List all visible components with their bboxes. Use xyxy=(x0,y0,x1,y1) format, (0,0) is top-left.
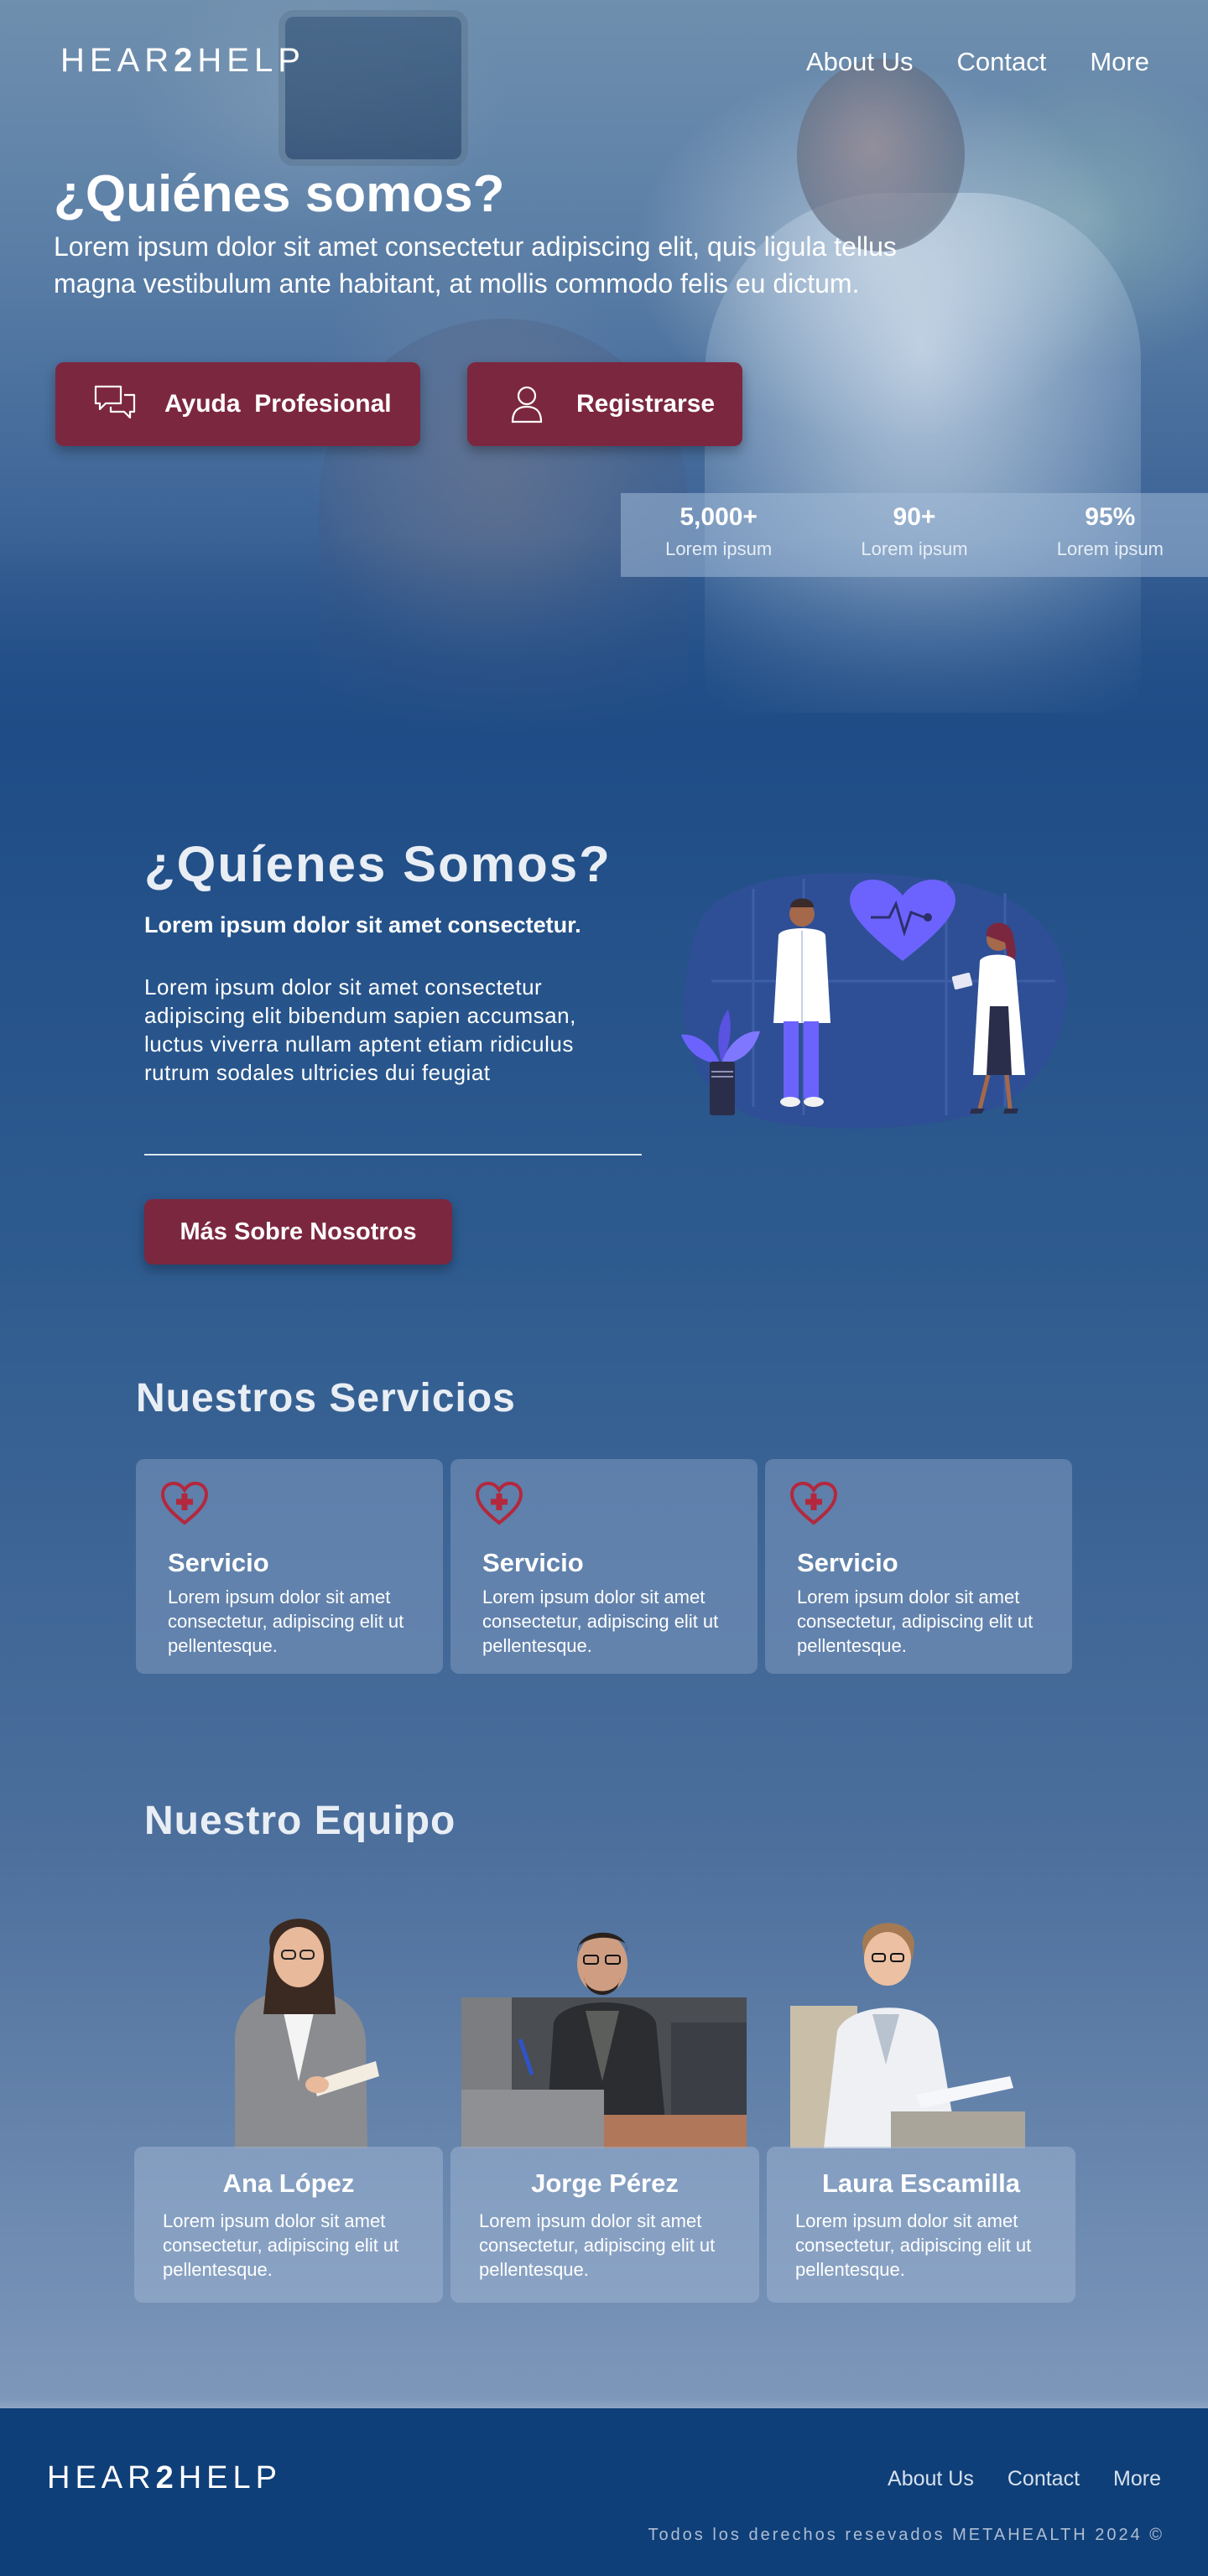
team-member-name: Ana López xyxy=(222,2168,355,2198)
team-title: Nuestro Equipo xyxy=(144,1799,456,1843)
service-card[interactable]: Servicio Lorem ipsum dolor sit amet cons… xyxy=(765,1459,1072,1674)
team-member-text: Lorem ipsum dolor sit amet consectetur, … xyxy=(163,2210,399,2280)
service-title: Servicio xyxy=(482,1548,584,1577)
nav-about-us[interactable]: About Us xyxy=(806,47,914,77)
nav-more[interactable]: More xyxy=(1090,47,1149,77)
services-title: Nuestros Servicios xyxy=(136,1376,516,1420)
heart-plus-icon xyxy=(789,1481,838,1525)
professional-help-button[interactable]: Ayuda Profesional xyxy=(55,362,420,446)
header-logo[interactable]: HEAR2HELP xyxy=(60,42,305,80)
service-text: Lorem ipsum dolor sit amet consectetur, … xyxy=(482,1587,719,1656)
more-about-us-button[interactable]: Más Sobre Nosotros xyxy=(144,1199,452,1265)
professional-help-label: Ayuda Profesional xyxy=(164,390,392,418)
hero-text: Lorem ipsum dolor sit amet consectetur a… xyxy=(54,231,897,299)
team-member-text: Lorem ipsum dolor sit amet consectetur, … xyxy=(795,2210,1032,2280)
team-member-name: Laura Escamilla xyxy=(821,2168,1021,2198)
stat-value: 95% xyxy=(1085,503,1136,531)
user-icon xyxy=(511,386,543,423)
footer-nav-about-us[interactable]: About Us xyxy=(888,2467,974,2491)
stat-item: 5,000+ Lorem ipsum xyxy=(621,493,816,577)
chat-bubbles-icon xyxy=(94,385,136,419)
about-title: ¿Quíenes Somos? xyxy=(144,836,612,892)
stat-item: 95% Lorem ipsum xyxy=(1013,493,1208,577)
hero-title: ¿Quiénes somos? xyxy=(54,165,505,223)
logo-number: 2 xyxy=(155,2460,179,2496)
header-nav: About Us Contact More xyxy=(806,47,1149,77)
copyright-text: Todos los derechos resevados METAHEALTH … xyxy=(648,2526,1164,2544)
logo-prefix: HEAR xyxy=(60,42,174,79)
heart-plus-icon xyxy=(475,1481,523,1525)
service-title: Servicio xyxy=(168,1548,269,1577)
footer-logo[interactable]: HEAR2HELP xyxy=(47,2460,282,2496)
service-title: Servicio xyxy=(797,1548,898,1577)
stat-label: Lorem ipsum xyxy=(1056,538,1164,559)
hero-photo-monitor xyxy=(285,17,461,159)
team-card[interactable]: Jorge Pérez Lorem ipsum dolor sit amet c… xyxy=(450,2147,759,2303)
register-label: Registrarse xyxy=(576,390,716,418)
about-subtitle: Lorem ipsum dolor sit amet consectetur. xyxy=(144,912,581,937)
team-card[interactable]: Laura Escamilla Lorem ipsum dolor sit am… xyxy=(767,2147,1075,2303)
service-text: Lorem ipsum dolor sit amet consectetur, … xyxy=(168,1587,404,1656)
footer-nav-more[interactable]: More xyxy=(1113,2467,1161,2491)
stat-item: 90+ Lorem ipsum xyxy=(816,493,1012,577)
team-card[interactable]: Ana López Lorem ipsum dolor sit amet con… xyxy=(134,2147,443,2303)
logo-number: 2 xyxy=(174,42,198,79)
stat-value: 5,000+ xyxy=(680,503,758,531)
stat-label: Lorem ipsum xyxy=(665,538,773,559)
register-button[interactable]: Registrarse xyxy=(467,362,742,446)
team-member-text: Lorem ipsum dolor sit amet consectetur, … xyxy=(479,2210,716,2280)
service-card[interactable]: Servicio Lorem ipsum dolor sit amet cons… xyxy=(450,1459,758,1674)
more-about-us-label: Más Sobre Nosotros xyxy=(180,1218,417,1245)
logo-suffix: HELP xyxy=(178,2460,282,2496)
service-card[interactable]: Servicio Lorem ipsum dolor sit amet cons… xyxy=(136,1459,443,1674)
footer-nav: About Us Contact More xyxy=(888,2467,1161,2491)
heart-plus-icon xyxy=(160,1481,209,1525)
about-divider xyxy=(144,1154,642,1156)
stat-label: Lorem ipsum xyxy=(861,538,968,559)
service-text: Lorem ipsum dolor sit amet consectetur, … xyxy=(797,1587,1034,1656)
stat-value: 90+ xyxy=(893,503,936,531)
team-photo-laura xyxy=(790,1923,1025,2148)
nav-contact[interactable]: Contact xyxy=(957,47,1047,77)
team-member-name: Jorge Pérez xyxy=(531,2168,679,2198)
doctors-illustration xyxy=(681,872,1067,1129)
about-text: Lorem ipsum dolor sit amet consectetur a… xyxy=(144,974,576,1085)
stats-bar: 5,000+ Lorem ipsum 90+ Lorem ipsum 95% L… xyxy=(621,493,1208,577)
team-photo-ana xyxy=(235,1919,379,2148)
logo-prefix: HEAR xyxy=(47,2460,156,2496)
team-photo-jorge xyxy=(461,1932,747,2148)
logo-suffix: HELP xyxy=(197,42,305,79)
hero-photo-doctor-head xyxy=(797,59,965,252)
footer: HEAR2HELP About Us Contact More Todos lo… xyxy=(0,2408,1208,2576)
footer-nav-contact[interactable]: Contact xyxy=(1008,2467,1080,2491)
